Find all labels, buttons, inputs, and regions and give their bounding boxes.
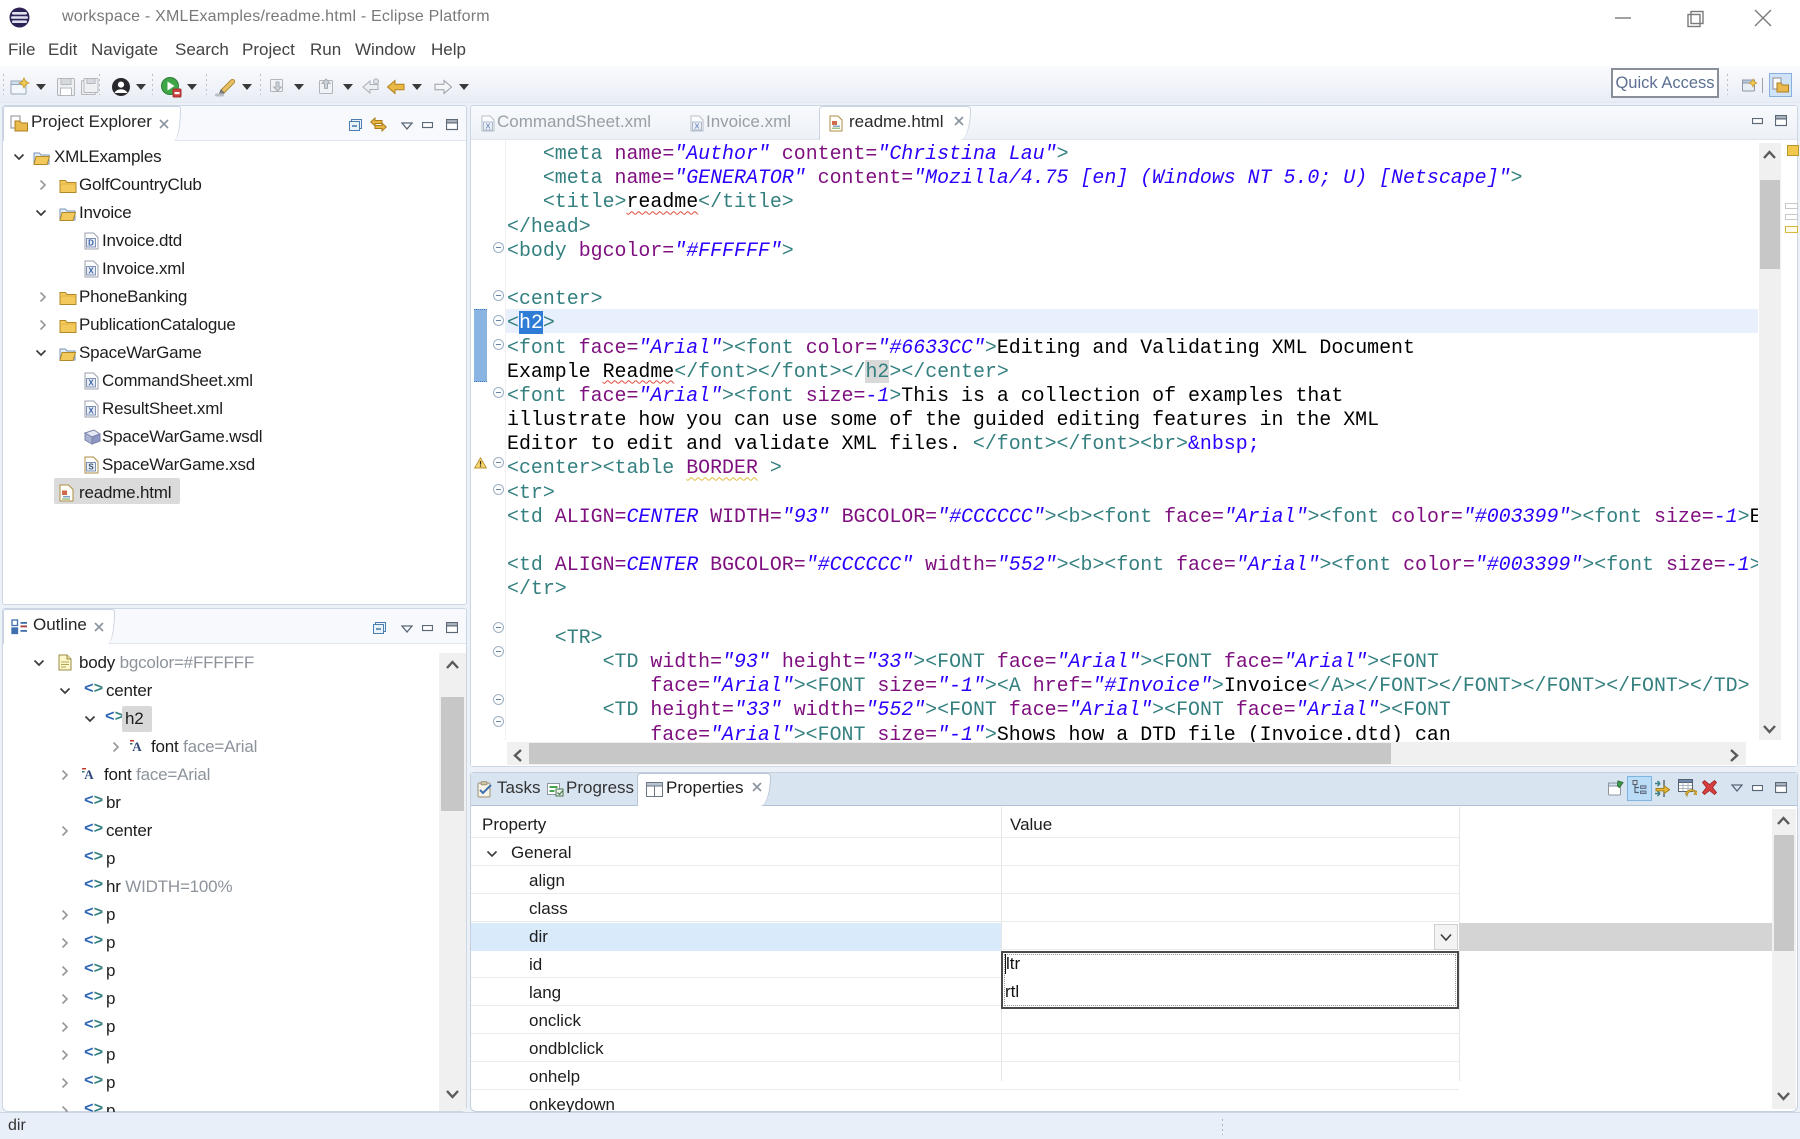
svg-text:X: X [88, 379, 94, 388]
svg-text:S: S [88, 463, 94, 472]
svg-text:X: X [694, 122, 699, 131]
svg-text:X: X [88, 407, 94, 416]
svg-text:X: X [88, 267, 94, 276]
svg-text:D: D [88, 239, 94, 248]
svg-text:X: X [485, 122, 490, 131]
